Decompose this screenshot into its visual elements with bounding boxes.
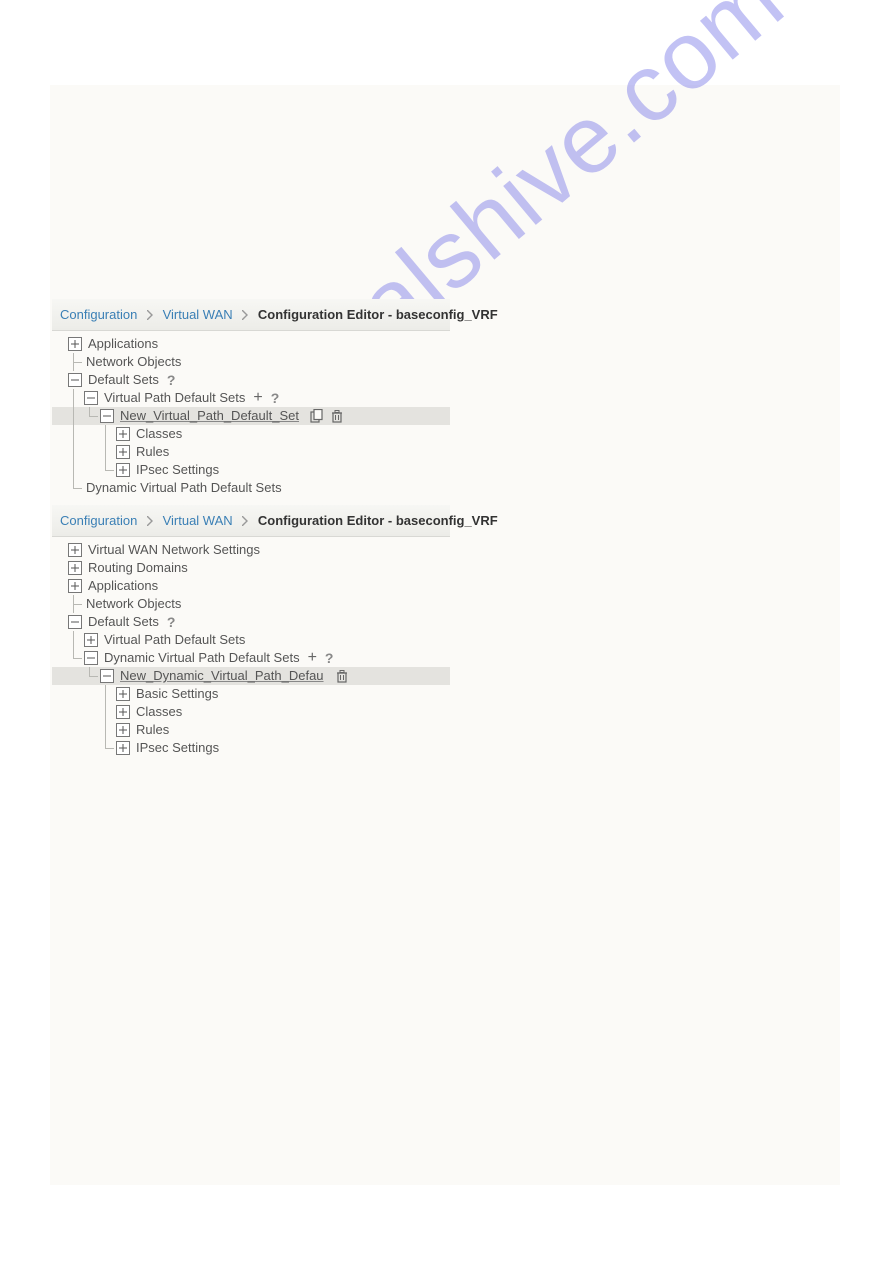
tree-item-routing-domains[interactable]: Routing Domains bbox=[52, 559, 450, 577]
tree-item-vp-default-sets[interactable]: Virtual Path Default Sets bbox=[52, 631, 450, 649]
tree-item-basic-settings[interactable]: Basic Settings bbox=[52, 685, 450, 703]
tree-label: Basic Settings bbox=[134, 685, 218, 703]
config-panel-1: Configuration Virtual WAN Configuration … bbox=[52, 299, 450, 507]
tree-label: Applications bbox=[86, 335, 158, 353]
tree-label: Dynamic Virtual Path Default Sets bbox=[84, 479, 282, 497]
breadcrumb: Configuration Virtual WAN Configuration … bbox=[52, 299, 450, 331]
chevron-right-icon bbox=[242, 300, 248, 331]
breadcrumb-current: Configuration Editor - baseconfig_VRF bbox=[258, 307, 498, 322]
tree-label: Network Objects bbox=[84, 595, 181, 613]
collapse-icon[interactable] bbox=[68, 615, 82, 629]
tree-item-new-vp-default-set[interactable]: New_Virtual_Path_Default_Set bbox=[52, 407, 450, 425]
copy-icon[interactable] bbox=[309, 408, 325, 424]
chevron-right-icon bbox=[147, 506, 153, 537]
expand-icon[interactable] bbox=[84, 633, 98, 647]
expand-icon[interactable] bbox=[116, 705, 130, 719]
tree-item-ipsec[interactable]: IPsec Settings bbox=[52, 739, 450, 757]
chevron-right-icon bbox=[242, 506, 248, 537]
tree-label: Virtual WAN Network Settings bbox=[86, 541, 260, 559]
tree-item-vwan-network-settings[interactable]: Virtual WAN Network Settings bbox=[52, 541, 450, 559]
breadcrumb-virtual-wan[interactable]: Virtual WAN bbox=[163, 307, 233, 322]
expand-icon[interactable] bbox=[68, 561, 82, 575]
expand-icon[interactable] bbox=[68, 337, 82, 351]
help-icon[interactable]: ? bbox=[167, 613, 176, 631]
config-panel-2: Configuration Virtual WAN Configuration … bbox=[52, 505, 450, 767]
tree-item-applications[interactable]: Applications bbox=[52, 577, 450, 595]
document-page: manualshive.com Configuration Virtual WA… bbox=[50, 85, 840, 1185]
expand-icon[interactable] bbox=[116, 741, 130, 755]
tree-item-new-dvp-default[interactable]: New_Dynamic_Virtual_Path_Defau bbox=[52, 667, 450, 685]
tree-item-network-objects[interactable]: Network Objects bbox=[52, 595, 450, 613]
tree-label: Default Sets bbox=[86, 613, 159, 631]
tree-label: IPsec Settings bbox=[134, 461, 219, 479]
expand-icon[interactable] bbox=[68, 579, 82, 593]
expand-icon[interactable] bbox=[116, 445, 130, 459]
add-icon[interactable]: + bbox=[253, 389, 262, 407]
tree-label: Network Objects bbox=[84, 353, 181, 371]
tree-label: IPsec Settings bbox=[134, 739, 219, 757]
expand-icon[interactable] bbox=[116, 723, 130, 737]
expand-icon[interactable] bbox=[116, 427, 130, 441]
expand-icon[interactable] bbox=[116, 463, 130, 477]
tree-item-ipsec[interactable]: IPsec Settings bbox=[52, 461, 450, 479]
tree-item-dvp-default-sets[interactable]: Dynamic Virtual Path Default Sets bbox=[52, 479, 450, 497]
collapse-icon[interactable] bbox=[100, 409, 114, 423]
collapse-icon[interactable] bbox=[100, 669, 114, 683]
add-icon[interactable]: + bbox=[308, 649, 317, 667]
tree-item-classes[interactable]: Classes bbox=[52, 425, 450, 443]
tree-label: Virtual Path Default Sets bbox=[102, 389, 245, 407]
tree-item-rules[interactable]: Rules bbox=[52, 443, 450, 461]
tree-label: Routing Domains bbox=[86, 559, 188, 577]
breadcrumb-current: Configuration Editor - baseconfig_VRF bbox=[258, 513, 498, 528]
tree-label: Default Sets bbox=[86, 371, 159, 389]
breadcrumb-configuration[interactable]: Configuration bbox=[60, 307, 137, 322]
trash-icon[interactable] bbox=[334, 668, 350, 684]
trash-icon[interactable] bbox=[329, 408, 345, 424]
expand-icon[interactable] bbox=[116, 687, 130, 701]
tree-label: Virtual Path Default Sets bbox=[102, 631, 245, 649]
tree-label: Applications bbox=[86, 577, 158, 595]
collapse-icon[interactable] bbox=[68, 373, 82, 387]
tree-label: Rules bbox=[134, 443, 169, 461]
tree-label: Classes bbox=[134, 703, 182, 721]
nav-tree: Virtual WAN Network Settings Routing Dom… bbox=[52, 537, 450, 767]
tree-item-rules[interactable]: Rules bbox=[52, 721, 450, 739]
tree-item-dvp-default-sets[interactable]: Dynamic Virtual Path Default Sets + ? bbox=[52, 649, 450, 667]
collapse-icon[interactable] bbox=[84, 651, 98, 665]
collapse-icon[interactable] bbox=[84, 391, 98, 405]
nav-tree: Applications Network Objects Default Set… bbox=[52, 331, 450, 507]
breadcrumb-virtual-wan[interactable]: Virtual WAN bbox=[163, 513, 233, 528]
chevron-right-icon bbox=[147, 300, 153, 331]
tree-label: New_Virtual_Path_Default_Set bbox=[118, 407, 299, 425]
tree-item-vp-default-sets[interactable]: Virtual Path Default Sets + ? bbox=[52, 389, 450, 407]
tree-label: Classes bbox=[134, 425, 182, 443]
tree-item-default-sets[interactable]: Default Sets ? bbox=[52, 613, 450, 631]
breadcrumb: Configuration Virtual WAN Configuration … bbox=[52, 505, 450, 537]
tree-label: New_Dynamic_Virtual_Path_Defau bbox=[118, 667, 324, 685]
tree-item-network-objects[interactable]: Network Objects bbox=[52, 353, 450, 371]
tree-item-default-sets[interactable]: Default Sets ? bbox=[52, 371, 450, 389]
help-icon[interactable]: ? bbox=[271, 389, 280, 407]
tree-label: Rules bbox=[134, 721, 169, 739]
help-icon[interactable]: ? bbox=[167, 371, 176, 389]
help-icon[interactable]: ? bbox=[325, 649, 334, 667]
expand-icon[interactable] bbox=[68, 543, 82, 557]
tree-item-applications[interactable]: Applications bbox=[52, 335, 450, 353]
tree-label: Dynamic Virtual Path Default Sets bbox=[102, 649, 300, 667]
tree-item-classes[interactable]: Classes bbox=[52, 703, 450, 721]
breadcrumb-configuration[interactable]: Configuration bbox=[60, 513, 137, 528]
